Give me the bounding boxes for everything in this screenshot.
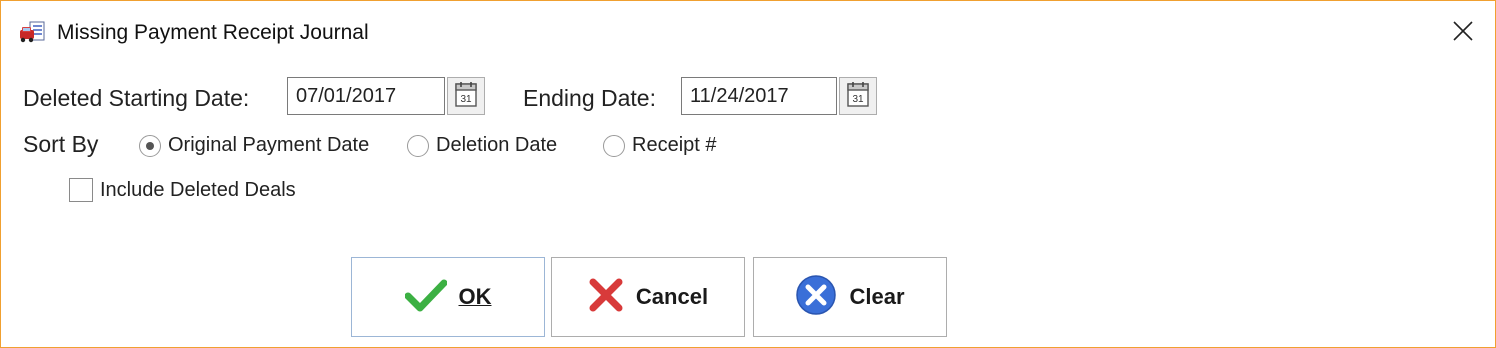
radio-button[interactable]	[407, 134, 429, 157]
start-date-calendar-button[interactable]: 31	[447, 77, 485, 115]
radio-button[interactable]	[139, 134, 161, 157]
check-icon	[404, 278, 447, 317]
sort-option-receipt-number[interactable]: Receipt #	[603, 134, 717, 157]
calendar-icon: 31	[846, 81, 870, 112]
checkbox-box[interactable]	[69, 178, 93, 202]
sort-option-deletion-date[interactable]: Deletion Date	[407, 134, 557, 157]
dialog-window: Missing Payment Receipt Journal Deleted …	[0, 0, 1496, 348]
window-title: Missing Payment Receipt Journal	[57, 21, 369, 44]
start-date-label: Deleted Starting Date:	[23, 85, 250, 111]
svg-text:31: 31	[460, 94, 472, 105]
svg-text:31: 31	[852, 94, 864, 105]
end-date-calendar-button[interactable]: 31	[839, 77, 877, 115]
close-icon	[1452, 20, 1474, 47]
sort-option-label: Receipt #	[632, 134, 717, 156]
close-button[interactable]	[1441, 13, 1485, 53]
radio-button[interactable]	[603, 134, 625, 157]
include-deleted-deals-label: Include Deleted Deals	[100, 178, 296, 201]
radio-selected-dot	[146, 141, 154, 150]
clear-circle-icon	[795, 274, 837, 321]
end-date-label: Ending Date:	[523, 85, 656, 111]
cancel-button-label: Cancel	[635, 284, 709, 309]
car-report-icon	[19, 21, 45, 45]
include-deleted-deals-checkbox[interactable]: Include Deleted Deals	[69, 178, 296, 202]
ok-button-label: OK	[458, 284, 492, 309]
sort-option-original-payment-date[interactable]: Original Payment Date	[139, 134, 369, 157]
end-date-input[interactable]	[681, 77, 837, 115]
ok-button[interactable]: OK	[351, 257, 545, 337]
clear-button-label: Clear	[849, 284, 905, 309]
cancel-button[interactable]: Cancel	[551, 257, 745, 337]
calendar-icon: 31	[454, 81, 478, 112]
x-icon	[588, 277, 624, 318]
start-date-input[interactable]	[287, 77, 445, 115]
sort-option-label: Deletion Date	[436, 134, 558, 156]
sort-option-label: Original Payment Date	[168, 134, 370, 156]
sort-by-label: Sort By	[23, 131, 99, 157]
title-bar: Missing Payment Receipt Journal	[1, 1, 1495, 63]
clear-button[interactable]: Clear	[753, 257, 947, 337]
